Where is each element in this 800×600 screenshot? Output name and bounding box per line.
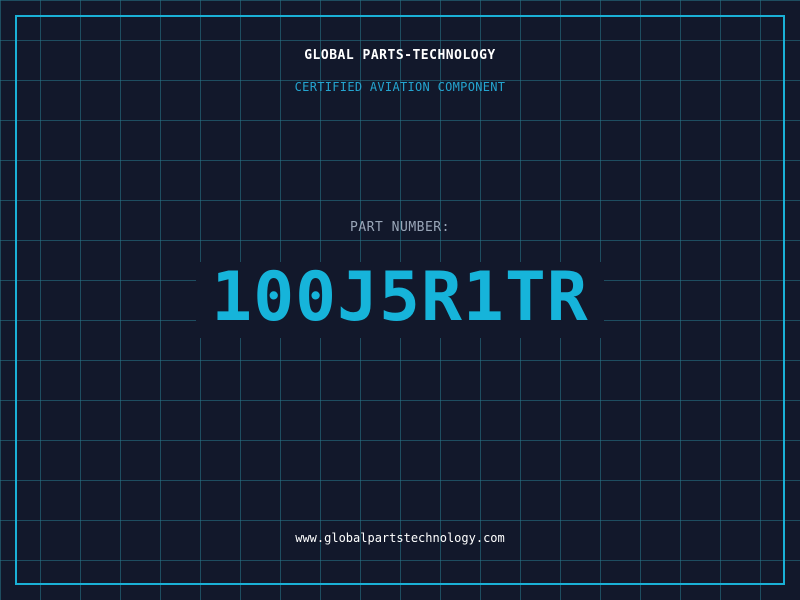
part-number-label: PART NUMBER: xyxy=(350,220,450,235)
company-name: GLOBAL PARTS-TECHNOLOGY xyxy=(304,48,496,63)
certification-tagline: CERTIFIED AVIATION COMPONENT xyxy=(294,80,506,94)
part-number-value: 100J5R1TR xyxy=(211,258,589,337)
website-url: www.globalpartstechnology.com xyxy=(295,531,505,545)
